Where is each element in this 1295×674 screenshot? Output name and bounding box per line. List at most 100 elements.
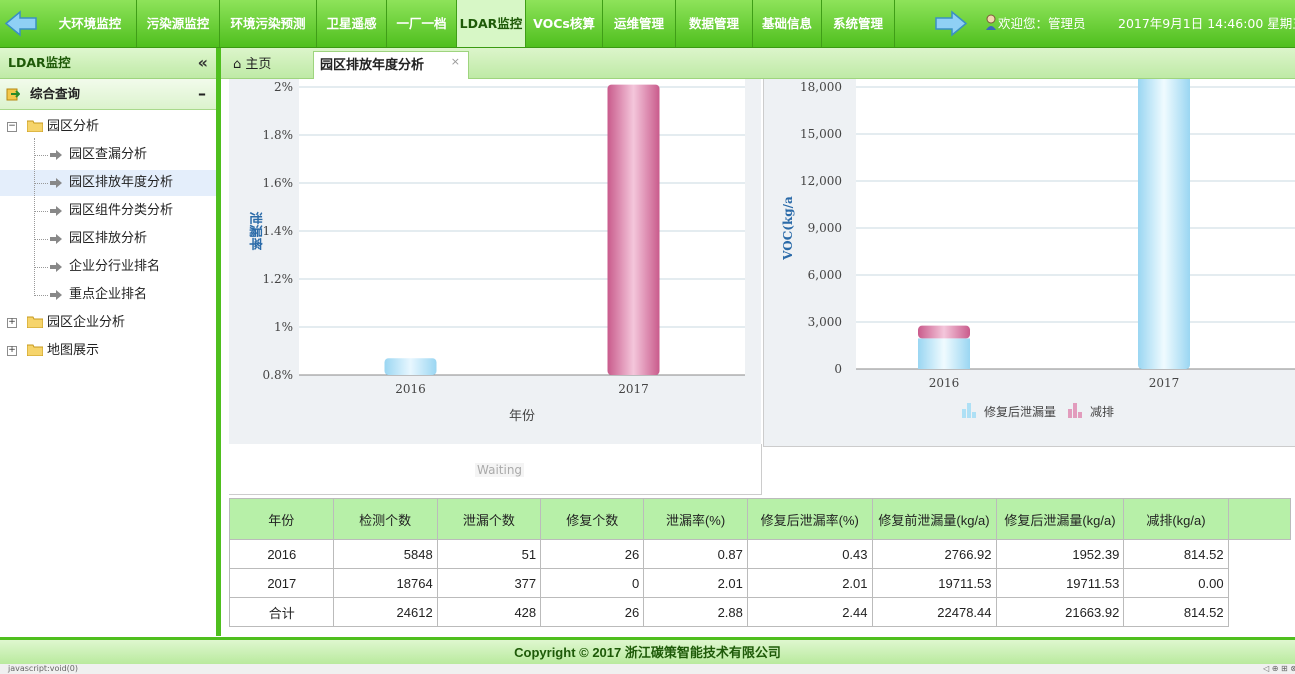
- column-header[interactable]: 检测个数: [332, 498, 438, 540]
- column-header[interactable]: 修复后泄漏率(%): [746, 498, 873, 540]
- tree-node-1[interactable]: + 园区企业分析: [0, 310, 216, 336]
- sidebar-collapse-button[interactable]: «: [198, 48, 208, 78]
- tree-leaf-0-5[interactable]: 重点企业排名: [0, 282, 216, 308]
- y-tick-label: 3,000: [808, 315, 842, 329]
- y-tick-label: 6,000: [808, 268, 842, 282]
- bar-2017[interactable]: [607, 84, 660, 375]
- nav-item-7[interactable]: 运维管理: [603, 0, 676, 47]
- table-row[interactable]: 2017 18764 377 0 2.01 2.01 19711.53 19711.53 0.0…: [229, 568, 1291, 598]
- arrow-right-icon: [50, 262, 62, 272]
- nav-forward-arrow-icon[interactable]: [934, 10, 968, 37]
- table-cell: 0.43: [746, 539, 873, 569]
- nav-item-1[interactable]: 污染源监控: [137, 0, 220, 47]
- table-cell: 26: [540, 539, 645, 569]
- tree-leaf-0-2[interactable]: 园区组件分类分析: [0, 198, 216, 224]
- tree-leaf-0-3[interactable]: 园区排放分析: [0, 226, 216, 252]
- sidebar-group-header[interactable]: 综合查询 –: [0, 79, 216, 110]
- table-row[interactable]: 2016 5848 51 26 0.87 0.43 2766.92 1952.39 814.52: [229, 539, 1291, 569]
- table-cell: 0.87: [643, 539, 748, 569]
- x-tick-label: 2016: [929, 376, 960, 390]
- tree-connector: [34, 211, 48, 212]
- nav-item-10[interactable]: 系统管理: [822, 0, 895, 47]
- legend-swatch-bar: [962, 409, 966, 418]
- table-cell: 2.01: [643, 568, 748, 598]
- y-axis-title: VOC(kg/a: [781, 196, 795, 261]
- tree-connector: [34, 267, 48, 268]
- column-header[interactable]: 泄漏率(%): [643, 498, 748, 540]
- y-tick-label: 12,000: [800, 174, 842, 188]
- sidebar: LDAR监控 « 综合查询 – − 园区分析园区查漏分析园区排放年度分析园区组件分…: [0, 48, 221, 636]
- tree-leaf-0-4[interactable]: 企业分行业排名: [0, 254, 216, 280]
- nav-item-6[interactable]: VOCs核算: [526, 0, 603, 47]
- bar-2016-after-repair[interactable]: [918, 338, 970, 369]
- tree-leaf-label: 园区排放年度分析: [69, 175, 174, 190]
- table-cell: 21663.92: [995, 597, 1125, 627]
- nav-back-arrow-icon[interactable]: [4, 10, 38, 37]
- legend-swatch-bar: [972, 412, 976, 418]
- leak-rate-chart-svg: 0.8% 1% 1.2% 1.4% 1.6% 1.8% 2% 2016 2017 年份 泄漏率: [247, 79, 745, 424]
- bar-2016-reduction[interactable]: [918, 325, 970, 339]
- column-header[interactable]: 修复前泄漏量(kg/a): [871, 498, 997, 540]
- legend-item-0[interactable]: 修复后泄漏量: [962, 403, 1056, 419]
- tab-emission-annual-analysis[interactable]: 园区排放年度分析 ×: [313, 51, 469, 79]
- nav-item-9[interactable]: 基础信息: [753, 0, 822, 47]
- nav-item-5[interactable]: LDAR监控: [457, 0, 526, 47]
- tree-node-label: 园区企业分析: [47, 315, 126, 330]
- legend-item-1[interactable]: 减排: [1068, 403, 1114, 419]
- x-axis-title: 年份: [509, 409, 535, 424]
- expand-icon[interactable]: +: [7, 346, 17, 356]
- tree-leaf-0-0[interactable]: 园区查漏分析: [0, 142, 216, 168]
- table-cell: 24612: [332, 597, 438, 627]
- table-cell: 0: [540, 568, 645, 598]
- tree-node-0[interactable]: − 园区分析: [0, 114, 216, 140]
- tab-close-icon[interactable]: ×: [451, 48, 460, 75]
- data-table: 年份 检测个数 泄漏个数 修复个数 泄漏率(%) 修复后泄漏率(%) 修复前泄漏量(kg/a…: [229, 498, 1292, 627]
- folder-icon: [27, 316, 43, 328]
- x-tick-label: 2017: [618, 382, 649, 396]
- legend-label: 减排: [1090, 405, 1114, 419]
- table-row[interactable]: 合计 24612 428 26 2.88 2.44 22478.44 21663.92 814.…: [229, 597, 1291, 627]
- tree-leaf-label: 园区查漏分析: [69, 147, 148, 162]
- table-cell: 19711.53: [995, 568, 1125, 598]
- y-tick-label: 2%: [274, 80, 293, 94]
- nav-item-8[interactable]: 数据管理: [676, 0, 753, 47]
- column-header[interactable]: 修复后泄漏量(kg/a): [995, 498, 1125, 540]
- tree-leaf-label: 企业分行业排名: [69, 259, 161, 274]
- data-table-container: 年份 检测个数 泄漏个数 修复个数 泄漏率(%) 修复后泄漏率(%) 修复前泄漏量(kg/a…: [229, 498, 1292, 627]
- column-header[interactable]: 年份: [229, 498, 334, 540]
- column-header[interactable]: 减排(kg/a): [1123, 498, 1229, 540]
- nav-item-0[interactable]: 大环境监控: [44, 0, 137, 47]
- tree-node-2[interactable]: + 地图展示: [0, 338, 216, 364]
- table-cell: 1952.39: [995, 539, 1125, 569]
- tree-connector: [34, 239, 48, 240]
- legend-swatch-bar: [1078, 412, 1082, 418]
- table-cell-filler: [1227, 568, 1291, 598]
- column-header[interactable]: 泄漏个数: [436, 498, 542, 540]
- nav-item-4[interactable]: 一厂一档: [387, 0, 457, 47]
- collapse-icon[interactable]: −: [7, 122, 17, 132]
- table-cell: 428: [436, 597, 542, 627]
- y-tick-label: 1.8%: [263, 128, 294, 142]
- bar-2017-after-repair[interactable]: [1138, 75, 1190, 369]
- leak-rate-chart: 0.8% 1% 1.2% 1.4% 1.6% 1.8% 2% 2016 2017 年份 泄漏率: [229, 79, 761, 444]
- y-tick-label: 0: [834, 362, 842, 376]
- y-tick-label: 1%: [274, 320, 293, 334]
- loading-text: Waiting: [475, 463, 525, 477]
- table-cell: 51: [436, 539, 542, 569]
- sidebar-header: LDAR监控 «: [0, 48, 216, 79]
- nav-item-2[interactable]: 环境污染预测: [220, 0, 317, 47]
- arrow-right-icon: [50, 150, 62, 160]
- plot-area: [299, 79, 745, 375]
- nav-item-3[interactable]: 卫星遥感: [317, 0, 387, 47]
- expand-icon[interactable]: +: [7, 318, 17, 328]
- y-tick-label: 9,000: [808, 221, 842, 235]
- tree-leaf-0-1[interactable]: 园区排放年度分析: [0, 170, 216, 196]
- y-tick-label: 1.4%: [263, 224, 294, 238]
- folder-icon: [27, 120, 43, 132]
- tab-home[interactable]: ⌂ 主页: [229, 51, 311, 78]
- y-tick-label: 1.6%: [263, 176, 294, 190]
- y-tick-label: 18,000: [800, 80, 842, 94]
- group-minimize-button[interactable]: –: [198, 79, 206, 109]
- column-header[interactable]: 修复个数: [540, 498, 645, 540]
- bar-2016[interactable]: [384, 358, 437, 375]
